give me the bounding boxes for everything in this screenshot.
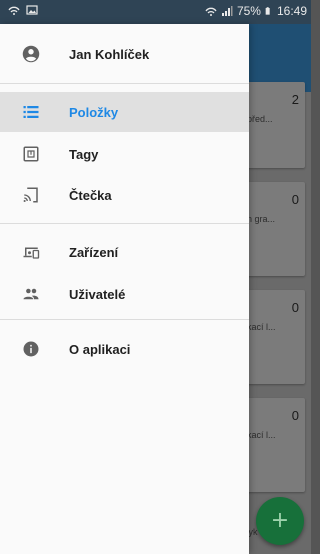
nav-item-label: Uživatelé (69, 287, 126, 302)
nav-item-label: Tagy (69, 147, 99, 162)
info-icon (23, 341, 39, 357)
nav-item-polozky[interactable]: Položky (0, 92, 249, 132)
gallery-notification-icon (26, 5, 38, 15)
devices-icon (23, 247, 40, 259)
nav-item-tagy[interactable]: Tagy (0, 134, 249, 174)
card-snippet: kací l... (247, 430, 276, 440)
battery-percent: 75% (236, 4, 261, 18)
card-count: 2 (291, 92, 299, 107)
add-fab-button[interactable]: + (256, 497, 304, 545)
signal-icon (221, 6, 233, 16)
user-name: Jan Kohlíček (69, 47, 150, 62)
account-circle-icon (22, 45, 40, 63)
card-count: 0 (291, 192, 299, 207)
divider (0, 223, 249, 224)
card-snippet: n gra... (247, 214, 276, 224)
list-icon (23, 106, 39, 118)
nav-item-o-aplikaci[interactable]: O aplikaci (0, 329, 249, 369)
card-count: 0 (291, 408, 299, 423)
card-count: 0 (291, 300, 299, 315)
divider (0, 319, 249, 320)
battery-icon (265, 7, 270, 15)
nav-item-ctecka[interactable]: Čtečka (0, 175, 249, 215)
nav-item-label: Čtečka (69, 188, 112, 203)
people-icon (23, 288, 39, 300)
nav-item-zarizeni[interactable]: Zařízení (0, 232, 249, 272)
drawer-header[interactable]: Jan Kohlíček (0, 24, 249, 84)
wifi-notification-icon (8, 6, 20, 15)
wifi-icon (205, 7, 217, 16)
cast-reader-icon (23, 187, 38, 203)
status-time: 16:49 (276, 4, 307, 18)
card-snippet: kací l... (247, 322, 276, 332)
nav-item-label: O aplikaci (69, 342, 131, 357)
card-snippet: před... (247, 114, 273, 124)
status-bar: 75% 16:49 (0, 0, 311, 24)
nfc-tag-icon (23, 146, 39, 162)
nav-item-label: Položky (69, 105, 119, 120)
status-left (8, 4, 38, 16)
nav-item-uzivatele[interactable]: Uživatelé (0, 274, 249, 314)
divider (0, 83, 249, 84)
nav-item-label: Zařízení (69, 245, 119, 260)
status-right: 75% 16:49 (205, 4, 307, 18)
navigation-drawer: Jan Kohlíček Položky Tagy Čtečka Zařízen… (0, 24, 249, 554)
